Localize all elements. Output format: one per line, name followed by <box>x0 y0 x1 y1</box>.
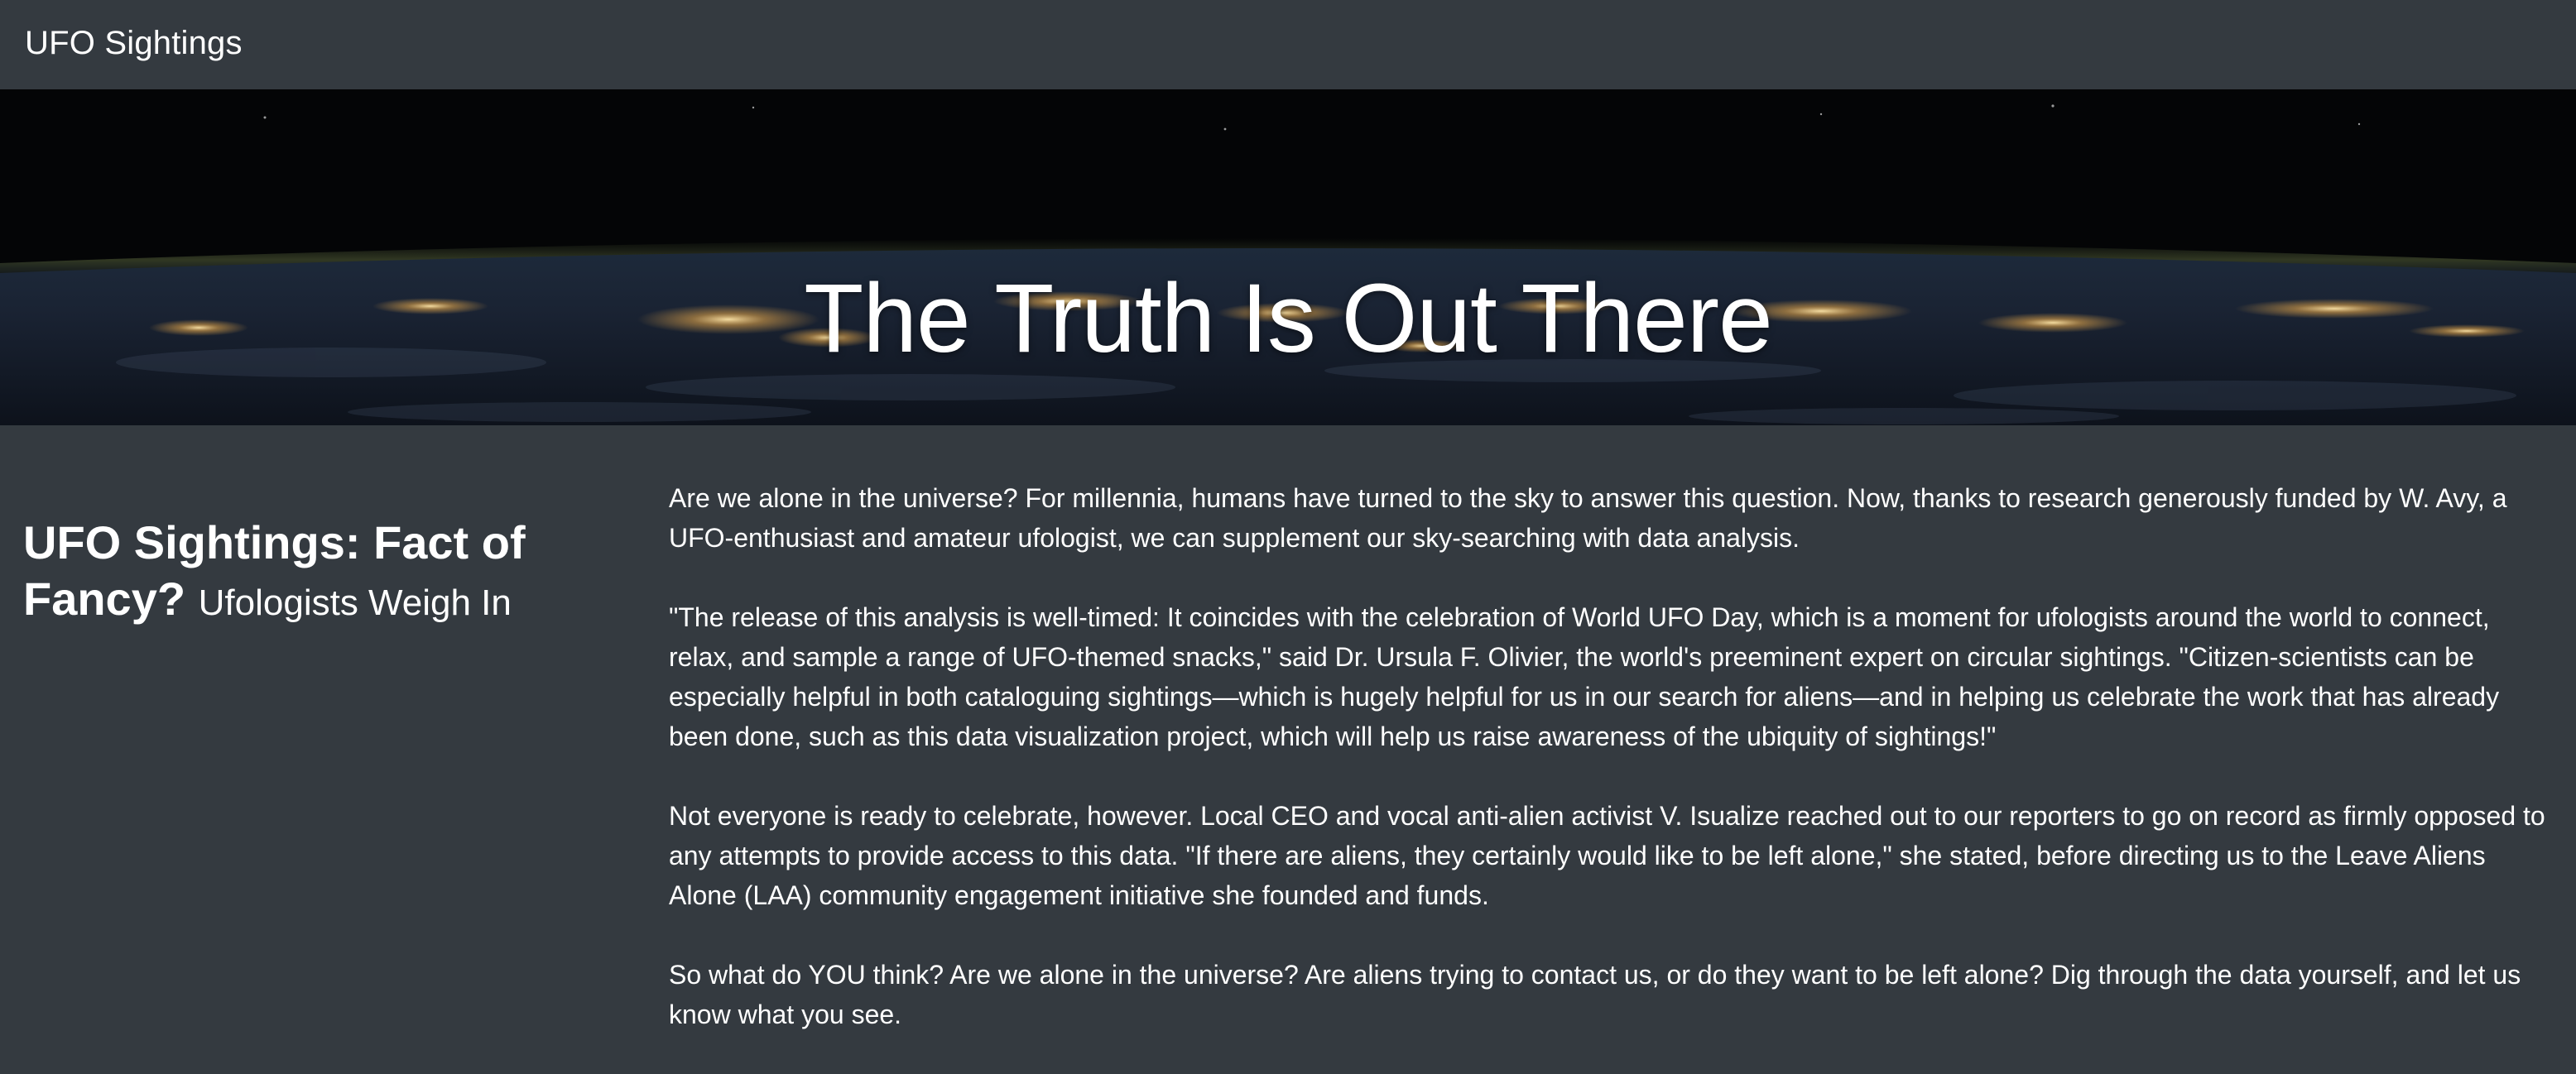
article-paragraph: Not everyone is ready to celebrate, howe… <box>669 801 2545 910</box>
article-paragraph: Are we alone in the universe? For millen… <box>669 483 2507 553</box>
main-content: UFO Sightings: Fact of Fancy? Ufologists… <box>0 425 2576 1056</box>
hero-title: The Truth Is Out There <box>804 264 1772 374</box>
navbar: UFO Sightings <box>0 0 2576 89</box>
article-paragraph: So what do YOU think? Are we alone in th… <box>669 960 2521 1029</box>
navbar-brand-link[interactable]: UFO Sightings <box>25 22 243 65</box>
hero-banner: The Truth Is Out There <box>0 89 2576 425</box>
article-paragraph: "The release of this analysis is well-ti… <box>669 602 2500 751</box>
article-heading-subtitle: Ufologists Weigh In <box>198 583 512 624</box>
article-heading: UFO Sightings: Fact of Fancy? Ufologists… <box>23 515 603 631</box>
article-body: Are we alone in the universe? For millen… <box>669 478 2556 1074</box>
